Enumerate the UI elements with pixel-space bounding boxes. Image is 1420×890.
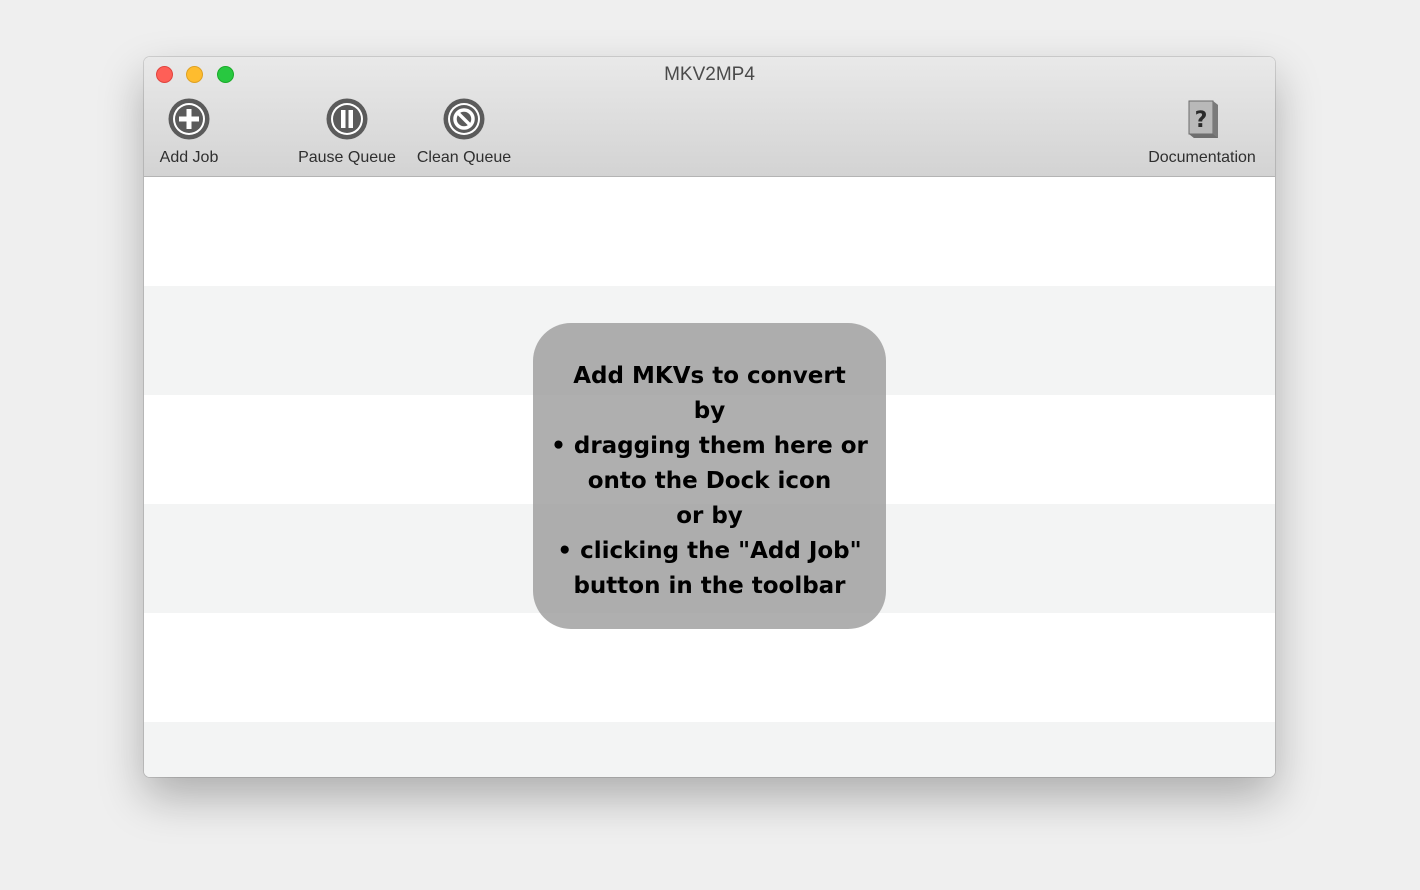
hint-line: by [693, 398, 726, 424]
queue-row [144, 177, 1275, 286]
clean-queue-label: Clean Queue [416, 149, 512, 166]
hint-line: button in the toolbar [573, 573, 846, 599]
add-job-button[interactable]: Add Job [156, 97, 222, 171]
queue-row [144, 722, 1275, 777]
queue-row [144, 613, 1275, 722]
hint-line: • clicking the "Add Job" [557, 538, 862, 564]
empty-queue-hint: Add MKVs to convert by • dragging them h… [533, 323, 886, 629]
plus-circle-icon [168, 98, 210, 140]
svg-text:?: ? [1195, 108, 1208, 133]
app-window: MKV2MP4 Add Job Pause Queue Clean Queue … [144, 57, 1275, 777]
clean-queue-button[interactable]: Clean Queue [412, 97, 516, 171]
help-book-icon: ? [1188, 100, 1218, 138]
window-title: MKV2MP4 [664, 64, 755, 85]
no-entry-circle-icon [443, 98, 485, 140]
pause-queue-button[interactable]: Pause Queue [294, 97, 400, 171]
documentation-label: Documentation [1148, 149, 1256, 166]
hint-line: or by [676, 503, 743, 529]
pause-queue-label: Pause Queue [298, 149, 396, 166]
hint-line: • dragging them here or [551, 433, 868, 459]
hint-line: Add MKVs to convert [573, 363, 846, 389]
toolbar: MKV2MP4 Add Job Pause Queue Clean Queue … [144, 57, 1275, 177]
hint-line: onto the Dock icon [587, 468, 832, 494]
documentation-button[interactable]: ? Documentation [1140, 97, 1264, 171]
add-job-label: Add Job [159, 149, 219, 166]
pause-circle-icon [326, 98, 368, 140]
job-queue-list[interactable]: Add MKVs to convert by • dragging them h… [144, 177, 1275, 777]
